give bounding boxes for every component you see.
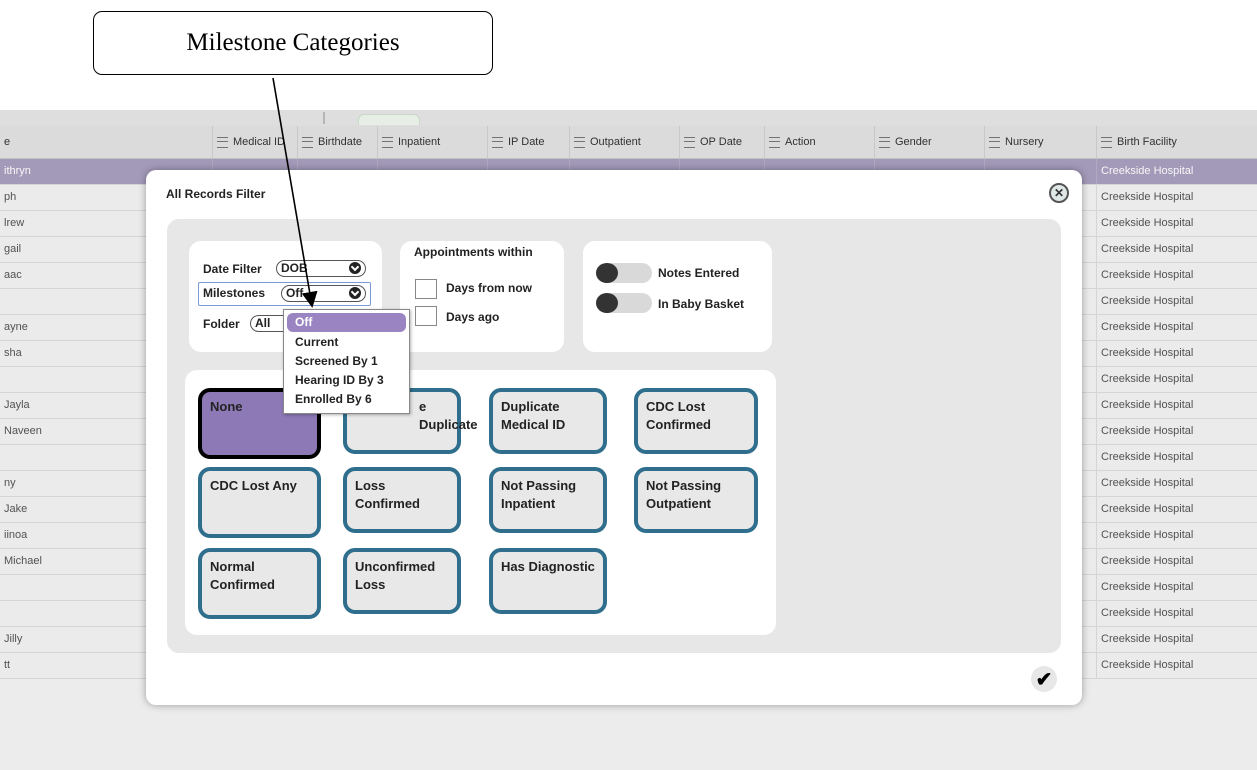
date-filter-select[interactable]: DOB [276,260,366,277]
category-has-diagnostic-button[interactable]: Has Diagnostic [489,548,607,614]
dropdown-option-screened-by-1[interactable]: Screened By 1 [284,352,409,371]
modal-title: All Records Filter [166,187,266,201]
notes-entered-toggle[interactable] [596,263,652,283]
chevron-down-icon [349,287,361,299]
category-cdc-lost-any-button[interactable]: CDC Lost Any [198,467,321,538]
chevron-down-icon [349,262,361,274]
category-duplicate-medical-id-button[interactable]: Duplicate Medical ID [489,388,607,454]
category-duplicate-label: e Duplicate [419,399,478,432]
milestones-select[interactable]: Off [281,285,366,302]
appointments-label: Appointments within [414,245,533,259]
category-normal-confirmed-button[interactable]: Normal Confirmed [198,548,321,619]
checkmark-icon[interactable]: ✔ [1031,666,1057,692]
dropdown-option-current[interactable]: Current [284,333,409,352]
category-not-passing-outpatient-button[interactable]: Not Passing Outpatient [634,467,758,533]
milestone-categories-callout: Milestone Categories [93,11,493,75]
callout-text: Milestone Categories [186,29,400,56]
dropdown-option-enrolled-by-6[interactable]: Enrolled By 6 [284,390,409,409]
notes-entered-label: Notes Entered [658,266,740,280]
days-from-now-input[interactable] [415,279,437,299]
toggle-knob [596,293,618,313]
category-cdc-lost-confirmed-button[interactable]: CDC Lost Confirmed [634,388,758,454]
days-ago-input[interactable] [415,306,437,326]
days-ago-label: Days ago [446,310,500,324]
date-filter-label: Date Filter [203,262,262,276]
toggle-knob [596,263,618,283]
milestones-dropdown: Off Current Screened By 1 Hearing ID By … [283,309,410,414]
close-icon[interactable]: ✕ [1049,183,1069,203]
in-baby-basket-toggle[interactable] [596,293,652,313]
category-loss-confirmed-button[interactable]: Loss Confirmed [343,467,461,533]
milestones-label: Milestones [203,286,266,300]
category-unconfirmed-loss-button[interactable]: Unconfirmed Loss [343,548,461,614]
dropdown-option-off[interactable]: Off [287,313,406,332]
category-not-passing-inpatient-button[interactable]: Not Passing Inpatient [489,467,607,533]
folder-label: Folder [203,317,240,331]
days-from-now-label: Days from now [446,281,533,295]
in-baby-basket-label: In Baby Basket [658,297,745,311]
dropdown-option-hearing-id-by-3[interactable]: Hearing ID By 3 [284,371,409,390]
